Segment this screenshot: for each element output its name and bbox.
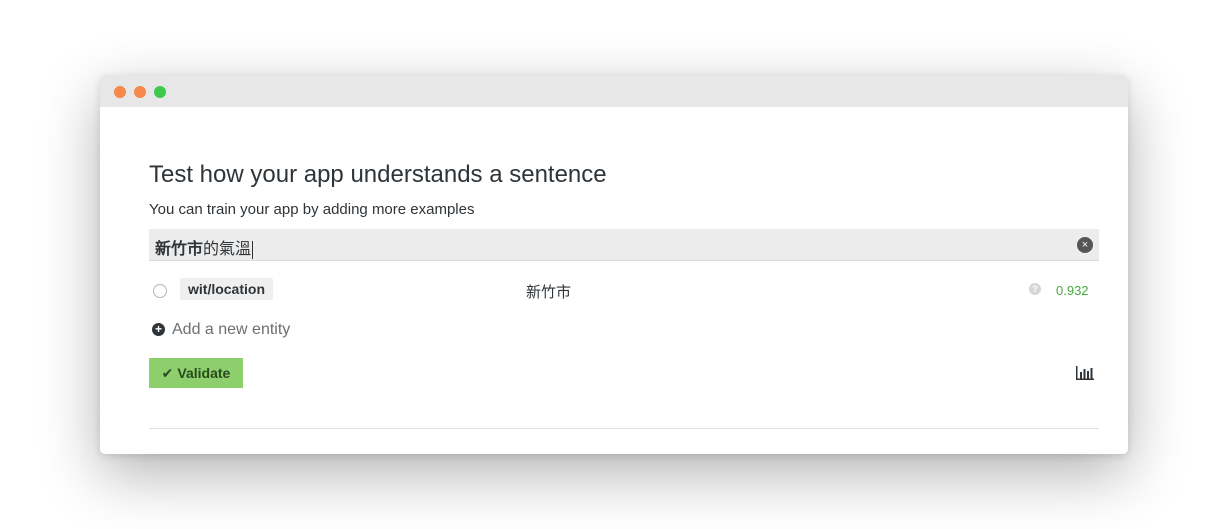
validate-label: Validate (177, 365, 231, 381)
highlighted-entity-text: 新竹市 (155, 241, 204, 258)
sentence-input-text[interactable]: 新竹市的氣溫 (155, 235, 254, 259)
sentence-rest-text: 的氣溫 (203, 241, 252, 258)
question-icon[interactable]: ? (1029, 283, 1041, 295)
app-window: Test how your app understands a sentence… (100, 75, 1128, 454)
add-entity-label: Add a new entity (172, 321, 291, 338)
entity-value: 新竹市 (526, 284, 572, 301)
title-bar (100, 75, 1128, 107)
validate-button[interactable]: ✔ Validate (149, 358, 243, 388)
entity-name-tag[interactable]: wit/location (180, 278, 273, 300)
text-caret (252, 240, 254, 259)
add-entity-button[interactable]: + Add a new entity (152, 321, 290, 339)
plus-circle-icon: + (152, 323, 165, 336)
entity-select-radio[interactable] (153, 284, 167, 298)
bar-chart-icon[interactable] (1076, 366, 1094, 380)
page-title: Test how your app understands a sentence (149, 161, 607, 188)
window-minimize-button[interactable] (134, 86, 146, 98)
window-close-button[interactable] (114, 86, 126, 98)
divider (149, 428, 1099, 429)
entity-confidence: 0.932 (1056, 283, 1089, 298)
clear-input-icon[interactable]: × (1077, 237, 1093, 253)
page-subtitle: You can train your app by adding more ex… (149, 201, 475, 218)
sentence-input[interactable]: 新竹市的氣溫 × (149, 229, 1099, 261)
entity-row: wit/location 新竹市 ? 0.932 (149, 277, 1099, 305)
check-icon: ✔ (161, 365, 174, 381)
window-maximize-button[interactable] (154, 86, 166, 98)
